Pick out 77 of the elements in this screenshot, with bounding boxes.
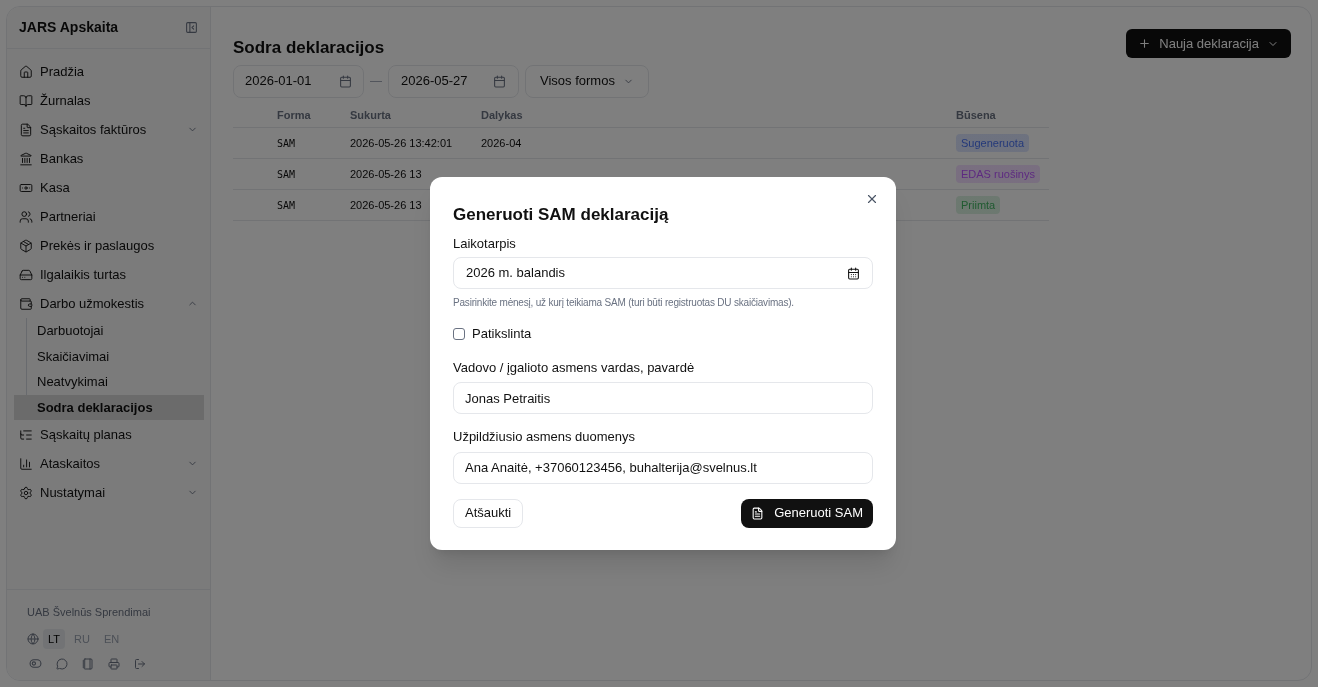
table-cell: SAM (277, 168, 296, 180)
checkbox-label: Patikslinta (472, 325, 532, 343)
table-cell: SAM (277, 199, 296, 211)
sidebar-item[interactable]: Ataskaitos (13, 449, 204, 478)
field-label: Laikotarpis (453, 234, 517, 253)
date-from-field[interactable]: 2026-01-01 (233, 64, 364, 98)
table-cell: SAM (277, 137, 296, 149)
sidebar-subitem[interactable]: Sodra deklaracijos (14, 394, 204, 420)
list-icon (19, 427, 33, 442)
wallet-icon (19, 296, 33, 311)
column-header: Dalykas (481, 103, 956, 128)
bank-icon (19, 151, 33, 166)
sidebar-item[interactable]: Sąskaitos faktūros (13, 115, 204, 144)
document-icon (751, 506, 765, 520)
toggle-icon[interactable] (29, 657, 42, 670)
new-declaration-button[interactable]: Nauja deklaracija (1126, 29, 1291, 58)
language-button[interactable]: LT (43, 628, 66, 649)
book-icon (19, 93, 33, 108)
sidebar-subitem[interactable]: Neatvykimai (14, 369, 204, 395)
dialog-title: Generuoti SAM deklaraciją (453, 204, 670, 226)
field-label: Vadovo / įgalioto asmens vardas, pavardė (453, 358, 696, 377)
form-filter-select[interactable]: Visos formos (525, 64, 649, 98)
sidebar-subitem[interactable]: Darbuotojai (14, 318, 204, 344)
generate-button[interactable]: Generuoti SAM (741, 498, 873, 528)
close-button[interactable] (865, 192, 879, 206)
table-cell: 2026-05-26 13 (350, 198, 422, 211)
status-badge: Priimta (956, 195, 1001, 214)
sidebar-item[interactable]: Nustatymai (13, 478, 204, 507)
sidebar-item[interactable]: Ilgalaikis turtas (13, 260, 204, 289)
app-title: JARS Apskaita (19, 18, 119, 37)
plus-icon (1138, 37, 1152, 50)
chat-icon[interactable] (56, 657, 68, 670)
calendar-icon (339, 74, 352, 88)
table-cell: 2026-05-26 13 (350, 167, 422, 180)
logout-icon[interactable] (134, 657, 146, 670)
sidebar-item[interactable]: Žurnalas (13, 86, 204, 115)
column-header: Forma (233, 103, 350, 128)
status-badge: EDAS ruošinys (956, 164, 1040, 183)
sidebar-item[interactable]: Prekės ir paslaugos (13, 231, 204, 260)
calendar-icon (493, 74, 506, 88)
sidebar-item[interactable]: Bankas (13, 144, 204, 173)
document-icon (19, 122, 33, 137)
column-header: Būsena (956, 103, 1049, 128)
box-icon (19, 238, 33, 253)
sidebar-item[interactable]: Darbo užmokestis (13, 289, 204, 318)
page-title: Sodra deklaracijos (233, 37, 385, 59)
close-icon (865, 192, 879, 206)
status-badge: Sugeneruota (956, 133, 1029, 152)
collapse-sidebar-button[interactable] (185, 21, 198, 34)
hint-text: Pasirinkite mėnesį, už kurį teikiama SAM (turi būti registruotas DU skaičiavimas). (453, 296, 795, 310)
drive-icon (19, 267, 33, 282)
cancel-button[interactable]: Atšaukti (453, 498, 524, 528)
date-separator: — (370, 73, 382, 90)
sidebar-item[interactable]: Sąskaitų planas (13, 420, 204, 449)
sidebar-subitem[interactable]: Skaičiavimai (14, 343, 204, 369)
sidebar-item[interactable]: Partneriai (13, 202, 204, 231)
bar-chart-icon (19, 456, 33, 471)
input-field[interactable]: Ana Anaitė, +37060123456, buhalterija@svelnus.lt (453, 451, 873, 484)
settings-icon (19, 485, 33, 500)
field-label: Užpildžiusio asmens duomenys (453, 428, 637, 446)
table-cell: 2026-04 (481, 136, 522, 149)
sidebar-item[interactable]: Kasa (13, 173, 204, 202)
sidebar-item[interactable]: Pradžia (13, 57, 204, 86)
notebook-icon[interactable] (82, 657, 94, 670)
table-cell: 2026-05-26 13:42:01 (350, 136, 453, 149)
company-name: UAB Švelnūs Sprendimai (27, 605, 152, 620)
month-input[interactable]: 2026 m. balandis (453, 257, 873, 289)
house-icon (19, 64, 33, 79)
panel-icon (185, 21, 198, 34)
calendar-icon (847, 266, 860, 280)
input-field[interactable]: Jonas Petraitis (453, 382, 873, 414)
users-icon (19, 209, 33, 224)
printer-icon[interactable] (108, 657, 120, 670)
column-header: Sukurta (350, 103, 481, 128)
globe-icon (27, 632, 39, 645)
checkbox[interactable] (453, 327, 465, 340)
date-to-field[interactable]: 2026-05-27 (388, 64, 519, 98)
